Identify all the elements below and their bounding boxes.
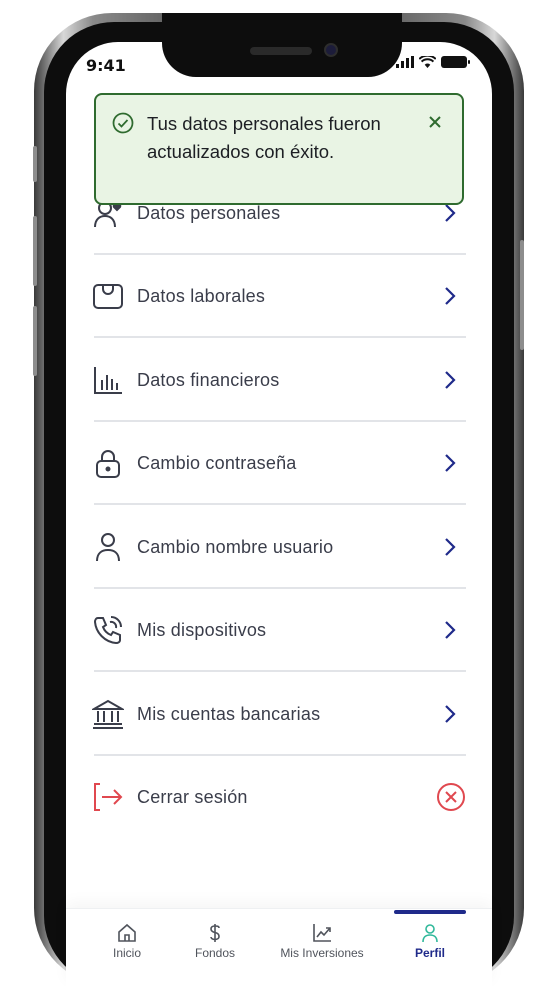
wifi-icon bbox=[419, 56, 436, 68]
menu-item-cerrar-sesion[interactable]: Cerrar sesión bbox=[92, 755, 466, 839]
volume-down-button bbox=[33, 306, 37, 376]
chevron-right-icon bbox=[445, 287, 456, 305]
menu-item-datos-financieros[interactable]: Datos financieros bbox=[92, 338, 466, 422]
power-button bbox=[520, 240, 524, 350]
close-circle-icon bbox=[437, 783, 465, 811]
menu-label-cerrar-sesion: Cerrar sesión bbox=[137, 786, 248, 807]
chevron-right-icon bbox=[445, 538, 456, 556]
trend-icon bbox=[313, 924, 331, 942]
success-toast: Tus datos personales fueron actualizados… bbox=[94, 93, 464, 205]
close-icon[interactable] bbox=[426, 113, 444, 131]
menu-label-mis-cuentas-bancarias: Mis cuentas bancarias bbox=[137, 703, 321, 724]
profile-icon bbox=[422, 924, 438, 943]
chevron-right-icon bbox=[445, 204, 456, 222]
menu-label-datos-personales: Datos personales bbox=[137, 202, 281, 223]
lock-icon bbox=[92, 447, 124, 479]
toast-message: Tus datos personales fueron actualizados… bbox=[147, 113, 381, 162]
chevron-right-icon bbox=[445, 705, 456, 723]
tab-inicio[interactable]: Inicio bbox=[77, 922, 177, 960]
speaker-grille bbox=[250, 47, 312, 55]
menu-label-datos-financieros: Datos financieros bbox=[137, 369, 280, 390]
chevron-right-icon bbox=[445, 371, 456, 389]
menu-item-cambio-contrasena[interactable]: Cambio contraseña bbox=[92, 421, 466, 505]
battery-icon bbox=[441, 56, 470, 68]
menu-item-mis-dispositivos[interactable]: Mis dispositivos bbox=[92, 588, 466, 672]
tab-perfil[interactable]: Perfil bbox=[380, 922, 480, 960]
chevron-right-icon bbox=[445, 621, 456, 639]
check-circle-icon bbox=[112, 112, 134, 134]
status-icons bbox=[396, 56, 470, 68]
tab-fondos[interactable]: Fondos bbox=[165, 922, 265, 960]
status-time: 9:41 bbox=[86, 56, 126, 75]
tab-label-inicio: Inicio bbox=[112, 946, 141, 960]
menu-item-mis-cuentas-bancarias[interactable]: Mis cuentas bancarias bbox=[92, 672, 466, 756]
menu-label-datos-laborales: Datos laborales bbox=[137, 285, 266, 306]
menu-label-cambio-contrasena: Cambio contraseña bbox=[137, 452, 297, 473]
front-camera bbox=[324, 43, 338, 57]
menu-item-datos-laborales[interactable]: Datos laborales bbox=[92, 254, 466, 338]
bar-chart-icon bbox=[92, 364, 124, 396]
chevron-right-icon bbox=[445, 454, 456, 472]
tab-label-perfil: Perfil bbox=[414, 946, 445, 960]
menu-label-mis-dispositivos: Mis dispositivos bbox=[137, 619, 267, 640]
tab-mis-inversiones[interactable]: Mis Inversiones bbox=[272, 922, 372, 960]
active-tab-indicator bbox=[394, 910, 466, 914]
user-icon bbox=[92, 531, 124, 563]
briefcase-icon bbox=[92, 280, 124, 312]
notch bbox=[162, 13, 402, 77]
menu-label-cambio-nombre-usuario: Cambio nombre usuario bbox=[137, 536, 334, 557]
tab-label-fondos: Fondos bbox=[194, 946, 236, 960]
signal-icon bbox=[396, 56, 414, 68]
menu-item-cambio-nombre-usuario[interactable]: Cambio nombre usuario bbox=[92, 505, 466, 589]
dollar-icon bbox=[210, 924, 220, 942]
tab-label-mis-inversiones: Mis Inversiones bbox=[280, 946, 364, 960]
home-icon bbox=[118, 923, 136, 942]
bank-icon bbox=[92, 698, 124, 730]
logout-icon bbox=[92, 781, 124, 813]
phone-icon bbox=[92, 614, 124, 646]
silent-switch bbox=[33, 146, 37, 182]
volume-up-button bbox=[33, 216, 37, 286]
